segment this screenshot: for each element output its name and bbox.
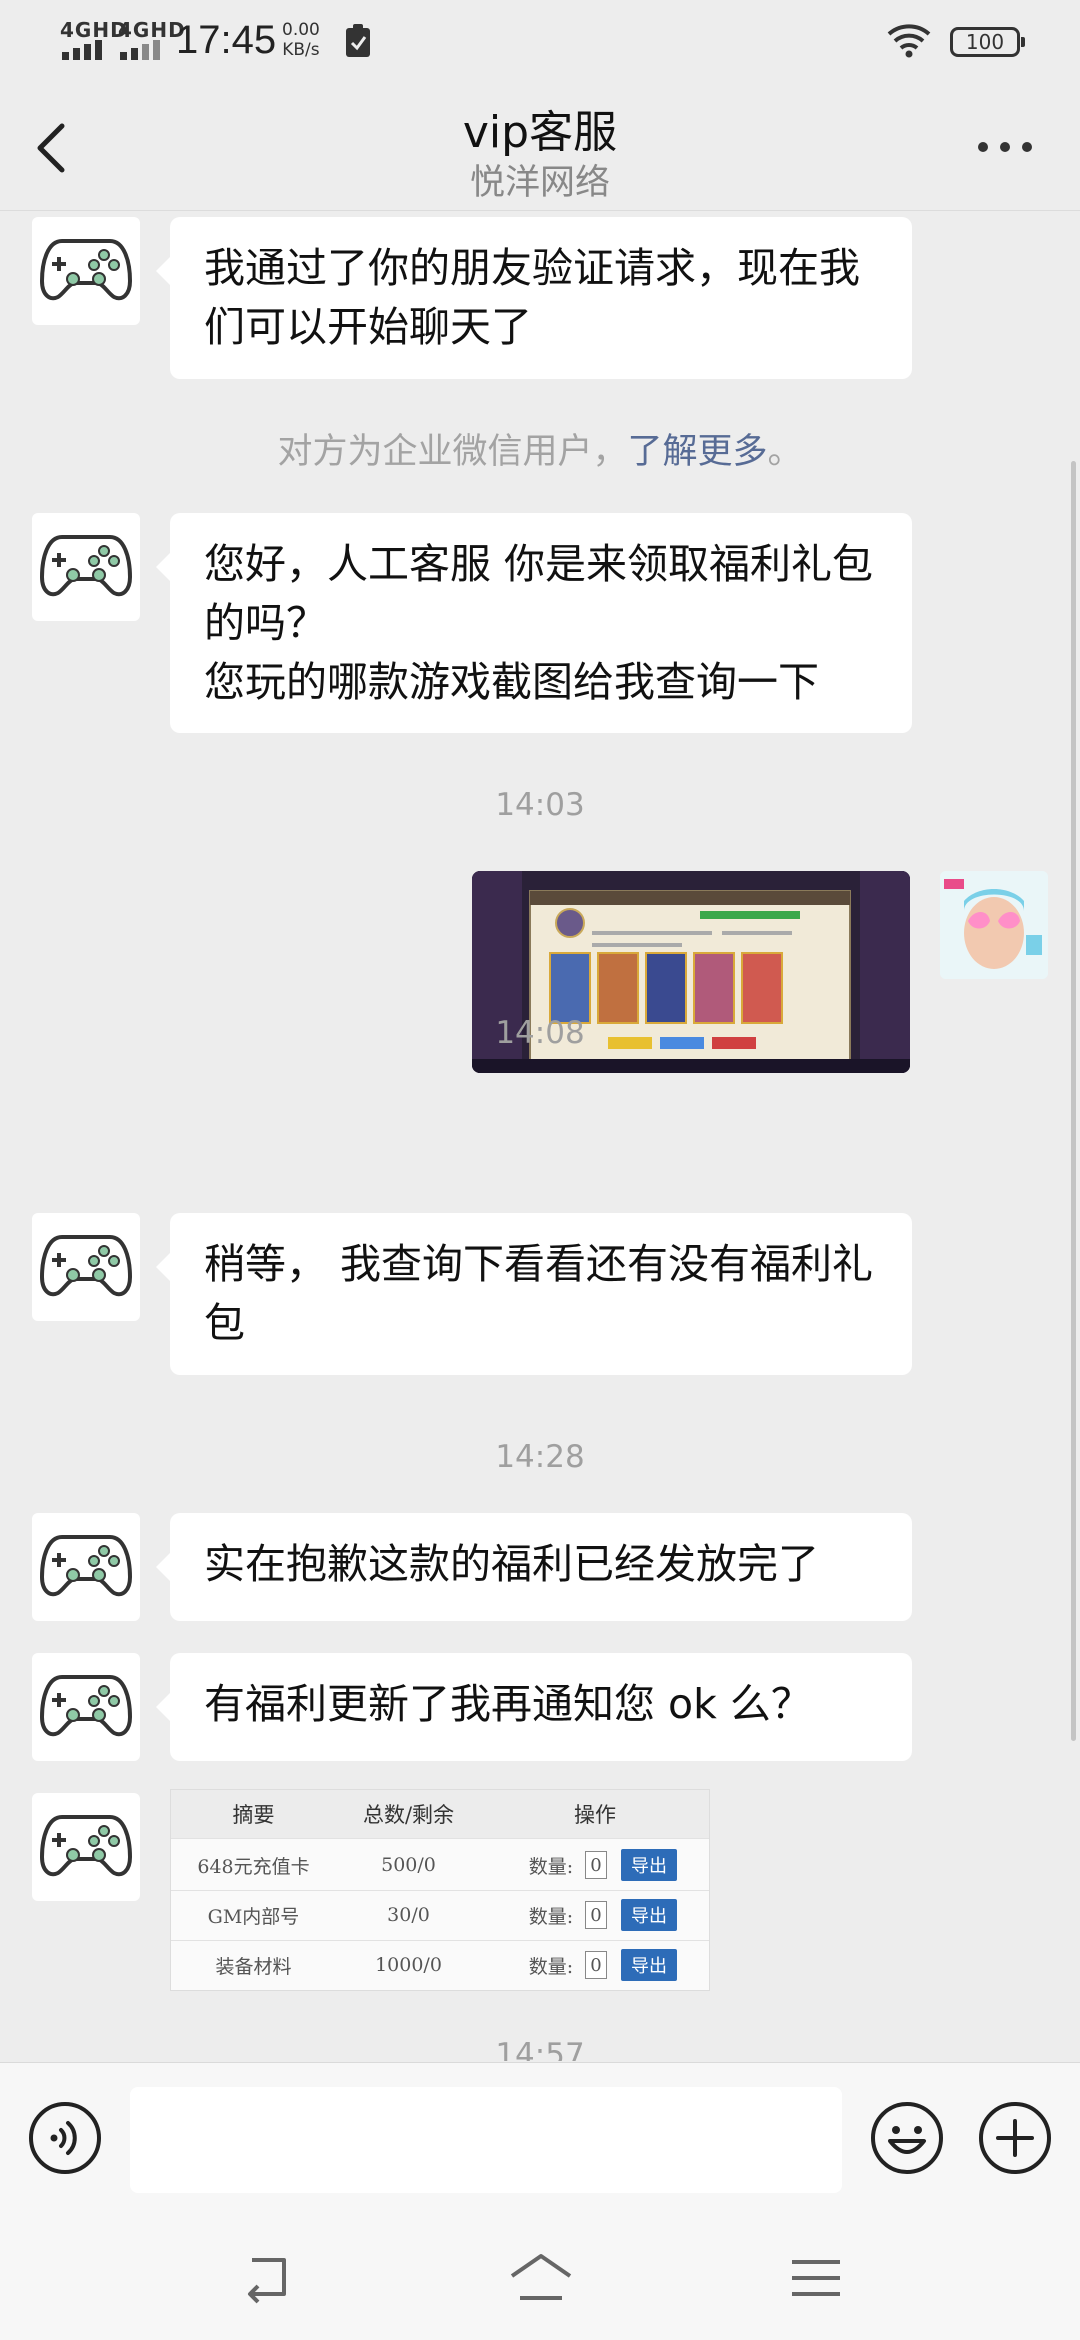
my-avatar[interactable] — [940, 871, 1048, 979]
clipboard-icon — [346, 24, 370, 57]
input-bar — [0, 2062, 1080, 2221]
contact-avatar[interactable] — [32, 1513, 140, 1621]
table-cell: 648元充值卡 — [197, 1855, 310, 1878]
timestamp: 14:03 — [495, 787, 585, 823]
network-speed: 0.00 KB/s — [282, 20, 320, 60]
table-row: 装备材料 1000/0 数量: 0 导出 — [171, 1940, 709, 1990]
qty-field: 0 — [585, 1901, 607, 1929]
network-speed-unit: KB/s — [282, 40, 320, 60]
gamepad-icon — [40, 239, 132, 301]
table-row: 648元充值卡 500/0 数量: 0 导出 — [171, 1840, 709, 1891]
scrollbar[interactable] — [1071, 461, 1076, 1741]
battery-indicator: 100 — [950, 27, 1025, 57]
learn-more-link[interactable]: 了解更多 — [627, 432, 767, 472]
chat-messages[interactable]: 我通过了你的朋友验证请求，现在我们可以开始聊天了 对方为企业微信用户，了解更多。… — [0, 211, 1080, 2061]
network-speed-value: 0.00 — [282, 20, 320, 40]
chat-title: vip客服 — [462, 107, 618, 158]
gamepad-icon — [40, 1815, 132, 1877]
emoji-icon[interactable] — [870, 2101, 944, 2175]
contact-avatar[interactable] — [32, 217, 140, 325]
table-row: GM内部号 30/0 数量: 0 导出 — [171, 1890, 709, 1941]
nav-menu-icon[interactable] — [786, 2250, 846, 2306]
message-input[interactable] — [130, 2087, 842, 2193]
table-cell: 装备材料 — [215, 1955, 292, 1978]
message-bubble[interactable]: 实在抱歉这款的福利已经发放完了 — [156, 1513, 912, 1621]
status-bar: 4GHD 4GHD 17:45 0.00 KB/s 100 — [0, 0, 1080, 80]
gamepad-icon — [40, 535, 132, 597]
timestamp: 14:28 — [495, 1439, 585, 1475]
table-header-cell: 摘要 — [232, 1803, 275, 1827]
chat-subtitle: 悦洋网络 — [469, 163, 610, 203]
table-header-cell: 总数/剩余 — [362, 1803, 455, 1827]
contact-avatar[interactable] — [32, 1213, 140, 1321]
table-header: 摘要 总数/剩余 操作 — [171, 1790, 709, 1839]
qty-label: 数量: — [528, 1905, 574, 1928]
wifi-icon — [887, 24, 931, 58]
table-cell: 1000/0 — [375, 1954, 442, 1976]
user-photo-graphic — [940, 871, 1048, 979]
table-header-cell: 操作 — [574, 1803, 616, 1827]
gamepad-icon — [40, 1675, 132, 1737]
gift-table-image[interactable]: 摘要 总数/剩余 操作 648元充值卡 500/0 数量: 0 导出 GM内部号… — [170, 1789, 710, 1991]
timestamp: 14:57 — [495, 2037, 585, 2061]
system-notice-text: 对方为企业微信用户， — [277, 432, 628, 472]
system-notice: 对方为企业微信用户，了解更多。 — [0, 423, 1080, 474]
contact-avatar[interactable] — [32, 1793, 140, 1901]
system-notice-end: 。 — [767, 432, 803, 472]
signal-bars-2 — [120, 38, 168, 60]
nav-home-icon[interactable] — [508, 2250, 574, 2306]
qty-field: 0 — [585, 1851, 607, 1879]
signal-bars-1 — [62, 38, 110, 60]
export-button: 导出 — [621, 1949, 677, 1981]
export-button: 导出 — [621, 1899, 677, 1931]
more-dots-icon[interactable] — [978, 140, 1034, 156]
export-button: 导出 — [621, 1849, 677, 1881]
gamepad-icon — [40, 1535, 132, 1597]
qty-field: 0 — [585, 1951, 607, 1979]
table-cell: 500/0 — [381, 1854, 436, 1876]
contact-avatar[interactable] — [32, 1653, 140, 1761]
table-cell: 30/0 — [387, 1904, 430, 1926]
nav-back-icon[interactable] — [238, 2250, 298, 2306]
message-bubble[interactable]: 您好，人工客服 你是来领取福利礼包的吗？ 您玩的哪款游戏截图给我查询一下 — [156, 513, 912, 733]
voice-icon[interactable] — [28, 2101, 102, 2175]
system-nav-bar — [0, 2220, 1080, 2340]
chat-header: vip客服 悦洋网络 — [0, 80, 1080, 211]
plus-icon[interactable] — [978, 2101, 1052, 2175]
qty-label: 数量: — [528, 1855, 574, 1878]
message-bubble[interactable]: 稍等， 我查询下看看还有没有福利礼包 — [156, 1213, 912, 1375]
status-time: 17:45 — [176, 18, 277, 62]
message-bubble[interactable]: 我通过了你的朋友验证请求，现在我们可以开始聊天了 — [156, 217, 912, 379]
qty-label: 数量: — [528, 1955, 574, 1978]
gamepad-icon — [40, 1235, 132, 1297]
message-bubble[interactable]: 有福利更新了我再通知您 ok 么？ — [156, 1653, 912, 1761]
timestamp: 14:08 — [495, 1015, 585, 1051]
contact-avatar[interactable] — [32, 513, 140, 621]
table-cell: GM内部号 — [207, 1905, 300, 1928]
